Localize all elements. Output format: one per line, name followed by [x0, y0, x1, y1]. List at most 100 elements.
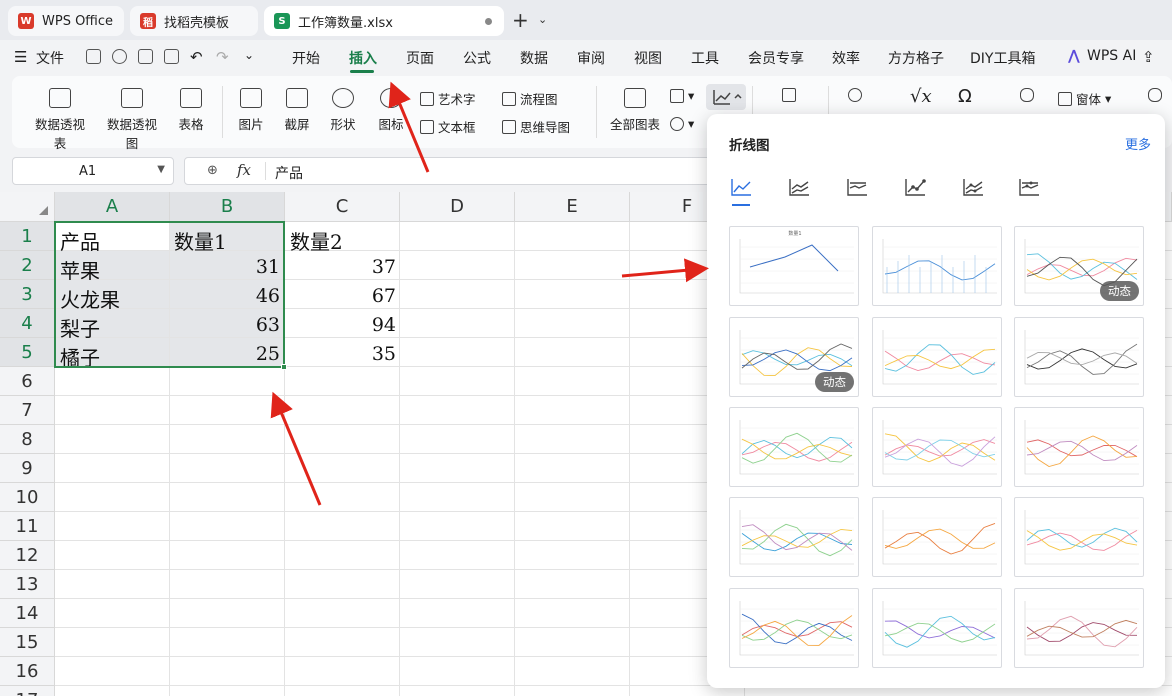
menu-page[interactable]: 页面: [406, 48, 434, 68]
wordart-button[interactable]: 艺术字: [420, 89, 476, 108]
menu-formula[interactable]: 公式: [463, 48, 491, 68]
pie-chart-icon[interactable]: ▾: [670, 116, 694, 131]
column-header-c[interactable]: C: [285, 192, 400, 222]
row-header-17[interactable]: 17: [0, 686, 55, 696]
icon-button[interactable]: 图标: [372, 88, 410, 133]
line-chart-template-15[interactable]: [1014, 588, 1144, 668]
cell-c3[interactable]: 67: [290, 285, 396, 307]
select-all-corner[interactable]: [0, 192, 55, 222]
row-header-8[interactable]: 8: [0, 425, 55, 454]
row-header-3[interactable]: 3: [0, 280, 55, 309]
share-icon[interactable]: [112, 49, 127, 64]
all-charts-button[interactable]: 全部图表: [606, 88, 664, 133]
sparkline-icon[interactable]: [782, 88, 800, 102]
column-header-e[interactable]: E: [515, 192, 630, 222]
column-header-a[interactable]: A: [55, 192, 170, 222]
symbol-icon[interactable]: Ω: [958, 86, 972, 107]
new-tab-icon[interactable]: +: [512, 8, 529, 32]
undo-icon[interactable]: ↶: [190, 48, 203, 66]
tab-close-icon[interactable]: [485, 18, 492, 25]
stacked-line-markers-icon[interactable]: [961, 176, 985, 198]
attachment-icon[interactable]: [1020, 88, 1038, 102]
mindmap-button[interactable]: 思维导图: [502, 117, 570, 136]
share-icon[interactable]: ⇪: [1142, 48, 1155, 66]
line-chart-template-9[interactable]: [1014, 407, 1144, 487]
print-preview-icon[interactable]: [164, 49, 179, 64]
redo-icon[interactable]: ↷: [216, 48, 229, 66]
picture-button[interactable]: 图片: [232, 88, 270, 133]
line-chart-template-7[interactable]: [729, 407, 859, 487]
pivot-table-button[interactable]: 数据透视表: [30, 88, 90, 152]
menu-insert[interactable]: 插入: [349, 48, 377, 68]
chevron-down-icon[interactable]: ▼: [157, 164, 165, 175]
column-chart-icon[interactable]: ▾: [670, 88, 694, 103]
menu-data[interactable]: 数据: [520, 48, 548, 68]
fill-handle[interactable]: [281, 364, 287, 370]
menu-file[interactable]: 文件: [36, 48, 64, 68]
cell-c5[interactable]: 35: [290, 343, 396, 365]
column-header-d[interactable]: D: [400, 192, 515, 222]
cell-c1[interactable]: 数量2: [290, 226, 343, 255]
percent-line-markers-icon[interactable]: [1017, 176, 1041, 198]
row-header-4[interactable]: 4: [0, 309, 55, 338]
line-chart-template-13[interactable]: [729, 588, 859, 668]
row-header-7[interactable]: 7: [0, 396, 55, 425]
chevron-down-icon[interactable]: ⌄: [244, 48, 254, 62]
line-chart-template-6[interactable]: [1014, 317, 1144, 397]
row-header-9[interactable]: 9: [0, 454, 55, 483]
name-box[interactable]: A1 ▼: [12, 157, 174, 185]
menu-diy-toolbox[interactable]: DIY工具箱: [970, 48, 1035, 68]
column-header-b[interactable]: B: [170, 192, 285, 222]
line-chart-template-11[interactable]: [872, 497, 1002, 577]
menu-view[interactable]: 视图: [634, 48, 662, 68]
formula-bar[interactable]: ⊕ fx 产品: [184, 157, 724, 185]
window-button[interactable]: 窗体 ▾: [1058, 89, 1111, 108]
more-link[interactable]: 更多: [1125, 134, 1151, 153]
hamburger-icon[interactable]: ☰: [14, 48, 27, 66]
line-chart-template-12[interactable]: [1014, 497, 1144, 577]
row-header-11[interactable]: 11: [0, 512, 55, 541]
pivot-chart-button[interactable]: 数据透视图: [102, 88, 162, 152]
menu-member[interactable]: 会员专享: [748, 48, 804, 68]
line-chart-template-3[interactable]: 动态: [1014, 226, 1144, 306]
line-chart-template-5[interactable]: [872, 317, 1002, 397]
zoom-icon[interactable]: ⊕: [207, 163, 218, 178]
link-icon[interactable]: [848, 88, 866, 102]
menu-tools[interactable]: 工具: [691, 48, 719, 68]
line-chart-template-4[interactable]: 动态: [729, 317, 859, 397]
fx-icon[interactable]: fx: [237, 161, 251, 179]
shape-button[interactable]: 形状: [324, 88, 362, 133]
row-header-6[interactable]: 6: [0, 367, 55, 396]
row-header-16[interactable]: 16: [0, 657, 55, 686]
percent-stacked-line-icon[interactable]: [845, 176, 869, 198]
stacked-line-icon[interactable]: [787, 176, 811, 198]
chevron-down-icon[interactable]: ⌄: [538, 13, 547, 26]
wps-ai-icon[interactable]: ⋀: [1068, 48, 1080, 64]
screenshot-button[interactable]: 截屏: [278, 88, 316, 133]
row-header-1[interactable]: 1: [0, 222, 55, 251]
row-header-10[interactable]: 10: [0, 483, 55, 512]
tab-workbook[interactable]: S 工作簿数量.xlsx: [264, 6, 504, 36]
line-chart-template-10[interactable]: [729, 497, 859, 577]
row-header-5[interactable]: 5: [0, 338, 55, 367]
save-icon[interactable]: [86, 49, 101, 64]
cell-c2[interactable]: 37: [290, 256, 396, 278]
tab-template[interactable]: 稻 找稻壳模板: [130, 6, 258, 36]
line-chart-template-8[interactable]: [872, 407, 1002, 487]
more-icon[interactable]: [1148, 88, 1166, 102]
line-chart-template-2[interactable]: [872, 226, 1002, 306]
line-markers-icon[interactable]: [903, 176, 927, 198]
menu-efficiency[interactable]: 效率: [832, 48, 860, 68]
tab-wps-office[interactable]: W WPS Office: [8, 6, 124, 36]
flowchart-button[interactable]: 流程图: [502, 89, 558, 108]
row-header-2[interactable]: 2: [0, 251, 55, 280]
row-header-15[interactable]: 15: [0, 628, 55, 657]
line-chart-button[interactable]: [706, 84, 746, 110]
cell-c4[interactable]: 94: [290, 314, 396, 336]
row-header-12[interactable]: 12: [0, 541, 55, 570]
menu-review[interactable]: 审阅: [577, 48, 605, 68]
row-header-14[interactable]: 14: [0, 599, 55, 628]
line-type-icon[interactable]: [729, 176, 753, 198]
line-chart-template-1[interactable]: 数量1: [729, 226, 859, 306]
print-icon[interactable]: [138, 49, 153, 64]
